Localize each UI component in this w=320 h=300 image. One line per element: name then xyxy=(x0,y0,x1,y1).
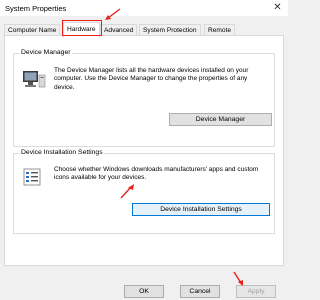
device-manager-description: The Device Manager lists all the hardwar… xyxy=(54,67,249,91)
device-installation-settings-button[interactable]: Device Installation Settings xyxy=(132,203,270,216)
ok-button[interactable]: OK xyxy=(124,285,164,298)
arrow-annotation-icon xyxy=(233,271,243,286)
window-title: System Properties xyxy=(5,4,67,13)
device-manager-button[interactable]: Device Manager xyxy=(169,113,272,126)
device-manager-group: Device Manager The Device Manager lists … xyxy=(13,49,275,147)
close-icon[interactable]: ✕ xyxy=(271,1,284,14)
arrow-annotation-icon xyxy=(105,8,121,20)
device-installation-description: Choose whether Windows downloads manufac… xyxy=(54,166,259,182)
cancel-button[interactable]: Cancel xyxy=(180,285,220,298)
hardware-tab-highlight xyxy=(62,20,102,36)
system-properties-window: System Properties ✕ Computer Name Hardwa… xyxy=(0,0,288,300)
arrow-annotation-icon xyxy=(120,184,134,199)
hardware-panel: Device Manager The Device Manager lists … xyxy=(4,35,284,266)
device-manager-group-label: Device Manager xyxy=(20,49,72,56)
tab-strip: Computer Name Hardware Advanced System P… xyxy=(4,22,284,38)
device-installation-group: Device Installation Settings Choose whet… xyxy=(13,149,275,234)
checklist-icon xyxy=(23,168,41,186)
computer-monitor-icon xyxy=(23,71,46,88)
title-bar: System Properties ✕ xyxy=(0,0,288,16)
device-installation-group-label: Device Installation Settings xyxy=(20,149,104,156)
